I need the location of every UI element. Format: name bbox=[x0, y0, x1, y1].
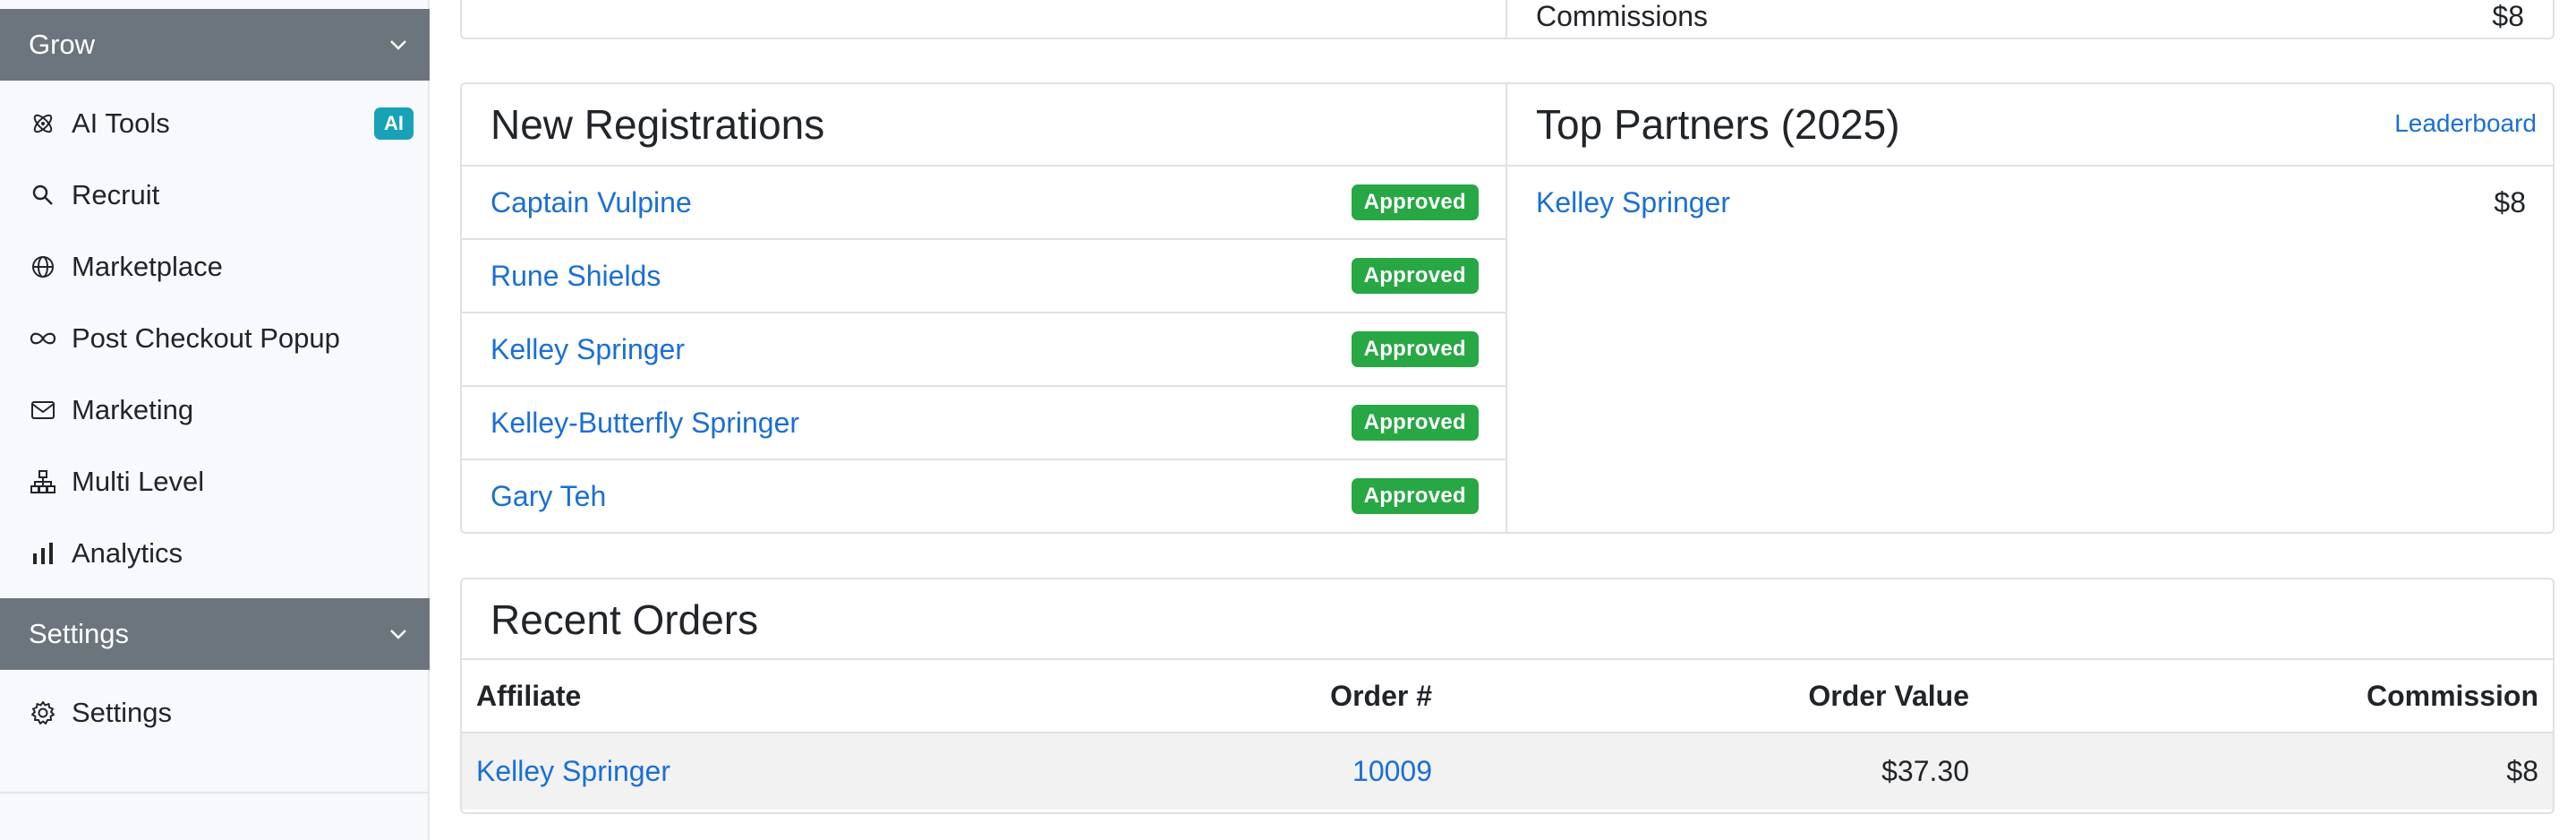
affiliate-link[interactable]: Rune Shields bbox=[490, 260, 661, 293]
hierarchy-icon bbox=[29, 467, 57, 496]
sidebar-item-analytics[interactable]: Analytics bbox=[0, 518, 430, 589]
column-header-affiliate: Affiliate bbox=[462, 658, 1035, 733]
search-icon bbox=[29, 181, 57, 210]
column-header-order-number: Order # bbox=[1035, 658, 1446, 733]
sidebar-section-grow-label: Grow bbox=[29, 29, 96, 60]
card-divider bbox=[1506, 84, 1507, 532]
sidebar-item-label: Marketplace bbox=[72, 251, 223, 282]
list-item: Rune Shields Approved bbox=[462, 238, 1506, 312]
status-badge: Approved bbox=[1351, 184, 1479, 220]
column-header-order-value: Order Value bbox=[1446, 658, 1983, 733]
sidebar-section-grow[interactable]: Grow bbox=[0, 9, 430, 81]
chevron-down-icon bbox=[387, 33, 410, 56]
envelope-icon bbox=[29, 396, 57, 424]
chevron-down-icon bbox=[387, 622, 410, 646]
sidebar-item-marketing[interactable]: Marketing bbox=[0, 374, 430, 446]
commissions-value: $8 bbox=[2492, 0, 2524, 32]
sidebar-divider bbox=[0, 792, 430, 793]
card-divider bbox=[1506, 0, 1507, 38]
sidebar-item-ai-tools[interactable]: AI Tools AI bbox=[0, 88, 430, 159]
new-registrations-title: New Registrations bbox=[490, 101, 825, 148]
atom-icon bbox=[29, 109, 57, 138]
summary-card: Commissions $8 bbox=[460, 0, 2555, 39]
sidebar-item-post-checkout-popup[interactable]: Post Checkout Popup bbox=[0, 303, 430, 374]
cell-affiliate: Kelley Springer bbox=[462, 733, 1035, 810]
status-badge: Approved bbox=[1351, 478, 1479, 514]
gear-icon bbox=[29, 699, 57, 727]
recent-orders-title: Recent Orders bbox=[490, 596, 759, 643]
list-item: Captain Vulpine Approved bbox=[462, 165, 1506, 238]
top-partners-title: Top Partners (2025) bbox=[1536, 101, 1900, 148]
sidebar-section-settings[interactable]: Settings bbox=[0, 598, 430, 670]
bar-chart-icon bbox=[29, 539, 57, 568]
sidebar: Grow AI Tools AI Recruit Marketplace Pos… bbox=[0, 0, 430, 840]
sidebar-section-settings-label: Settings bbox=[29, 618, 130, 649]
partner-amount: $8 bbox=[2494, 185, 2526, 219]
sidebar-item-multi-level[interactable]: Multi Level bbox=[0, 446, 430, 518]
order-link[interactable]: 10009 bbox=[1352, 755, 1432, 787]
sidebar-item-settings[interactable]: Settings bbox=[0, 677, 430, 749]
commissions-label: Commissions bbox=[1536, 0, 1709, 32]
column-header-commission: Commission bbox=[1983, 658, 2553, 733]
status-badge: Approved bbox=[1351, 258, 1479, 294]
cell-commission: $8 bbox=[1983, 733, 2553, 810]
table-row: Kelley Springer 10009 $37.30 $8 bbox=[462, 733, 2553, 810]
sidebar-item-label: Settings bbox=[72, 697, 173, 728]
cell-order-value: $37.30 bbox=[1446, 733, 1983, 810]
list-item: Kelley Springer $8 bbox=[1507, 167, 2553, 238]
infinity-icon bbox=[29, 324, 57, 353]
sidebar-item-label: Post Checkout Popup bbox=[72, 322, 340, 354]
list-item: Gary Teh Approved bbox=[462, 459, 1506, 532]
registrations-partners-card: New Registrations Captain Vulpine Approv… bbox=[460, 82, 2555, 534]
affiliate-link[interactable]: Kelley Springer bbox=[490, 333, 685, 366]
table-header-row: Affiliate Order # Order Value Commission bbox=[462, 658, 2553, 733]
affiliate-link[interactable]: Captain Vulpine bbox=[490, 186, 692, 219]
affiliate-link[interactable]: Kelley Springer bbox=[476, 755, 670, 787]
sidebar-item-marketplace[interactable]: Marketplace bbox=[0, 231, 430, 303]
sidebar-item-label: Marketing bbox=[72, 394, 194, 425]
partner-link[interactable]: Kelley Springer bbox=[1536, 186, 1730, 219]
recent-orders-card: Recent Orders Affiliate Order # Order Va… bbox=[460, 578, 2555, 814]
sidebar-item-recruit[interactable]: Recruit bbox=[0, 159, 430, 231]
orders-table: Affiliate Order # Order Value Commission… bbox=[462, 658, 2553, 810]
affiliate-link[interactable]: Kelley-Butterfly Springer bbox=[490, 407, 799, 440]
status-badge: Approved bbox=[1351, 331, 1479, 367]
list-item: Kelley Springer Approved bbox=[462, 312, 1506, 385]
globe-icon bbox=[29, 253, 57, 281]
leaderboard-link[interactable]: Leaderboard bbox=[2394, 109, 2537, 138]
cell-order-number: 10009 bbox=[1035, 733, 1446, 810]
sidebar-item-label: Recruit bbox=[72, 179, 160, 210]
status-badge: Approved bbox=[1351, 405, 1479, 441]
ai-badge: AI bbox=[374, 107, 414, 140]
list-item: Kelley-Butterfly Springer Approved bbox=[462, 385, 1506, 459]
sidebar-item-label: Analytics bbox=[72, 537, 183, 569]
affiliate-link[interactable]: Gary Teh bbox=[490, 480, 606, 513]
sidebar-item-label: AI Tools bbox=[72, 107, 170, 139]
sidebar-item-label: Multi Level bbox=[72, 466, 205, 497]
